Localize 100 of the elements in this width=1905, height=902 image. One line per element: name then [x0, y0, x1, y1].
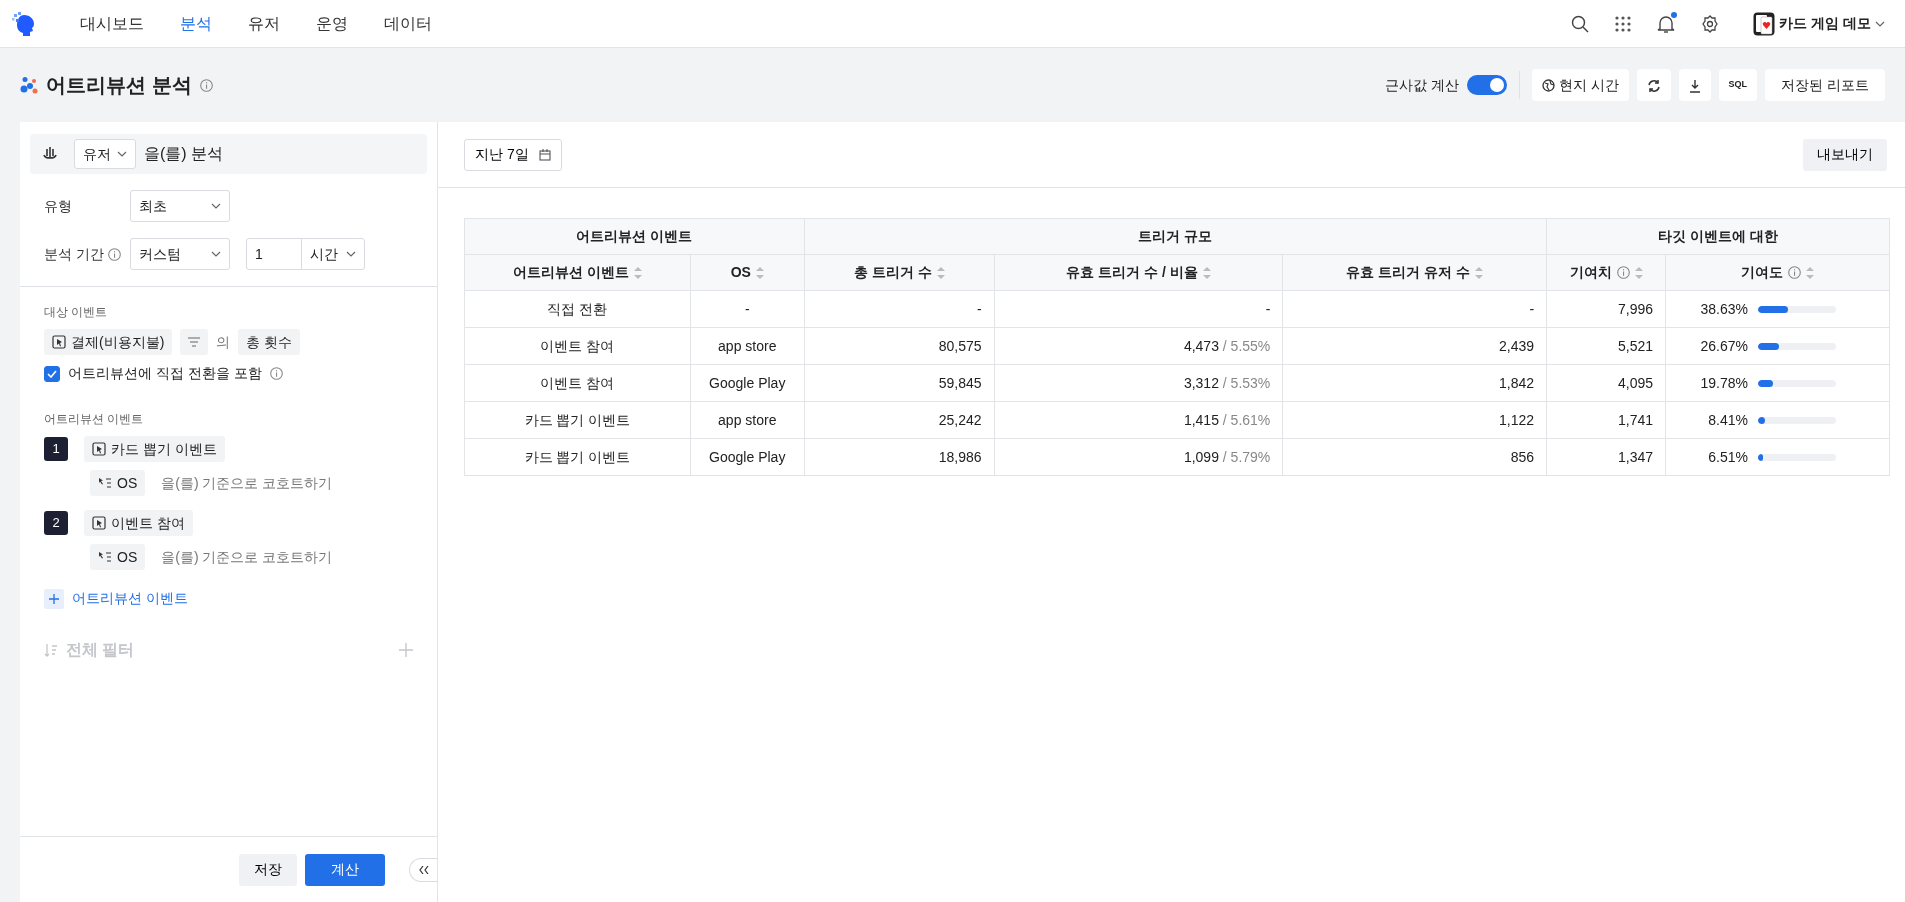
field-label: 유형: [44, 196, 72, 216]
table-cell-text: 8.41%: [1707, 410, 1748, 430]
table-cell: -: [690, 290, 805, 328]
page-title: 어트리뷰션 분석: [46, 73, 192, 98]
group-by-icon: [98, 551, 112, 563]
playing-cards-icon: [1753, 11, 1776, 36]
table-cell: -: [804, 290, 995, 328]
period-number-input[interactable]: 1: [246, 238, 302, 270]
nav-tab[interactable]: 대시보드: [62, 11, 162, 36]
refresh-icon: [1646, 78, 1661, 93]
local-time-button[interactable]: 현지 시간: [1531, 69, 1629, 101]
export-button[interactable]: 내보내기: [1803, 138, 1887, 171]
cohort-text: 을(를) 기준으로 코호트하기: [161, 473, 333, 493]
saved-reports-button[interactable]: 저장된 리포트: [1765, 69, 1885, 101]
table-cell: Google Play: [690, 364, 805, 402]
table-cell: 59,845: [804, 364, 995, 402]
column-group-header: 타깃 이벤트에 대한: [1546, 218, 1890, 255]
sql-button[interactable]: SQL: [1718, 69, 1758, 101]
refresh-button[interactable]: [1636, 69, 1671, 101]
column-header[interactable]: 유효 트리거 유저 수: [1282, 254, 1547, 291]
event-chip[interactable]: 이벤트 참여: [84, 510, 193, 536]
nav-tab[interactable]: 분석: [162, 11, 230, 36]
plus-icon: [49, 593, 59, 604]
chevron-down-icon: [211, 251, 221, 257]
column-header[interactable]: 유효 트리거 수 / 비율: [994, 254, 1283, 291]
step-number: 1: [44, 437, 68, 461]
double-chevron-left-icon: [418, 865, 429, 874]
calculate-button[interactable]: 계산: [305, 853, 385, 886]
metric-chip[interactable]: 총 횟수: [238, 329, 301, 355]
cursor-box-icon: [92, 516, 106, 530]
collapse-button[interactable]: [409, 857, 437, 882]
column-header[interactable]: 총 트리거 수: [804, 254, 995, 291]
table-cell: -: [1282, 290, 1547, 328]
table-cell: 이벤트 참여: [464, 327, 691, 365]
column-group-header: 어트리뷰션 이벤트: [464, 218, 805, 255]
table-cell: 1,842: [1282, 364, 1547, 402]
download-button[interactable]: [1678, 69, 1711, 101]
project-name[interactable]: 카드 게임 데모: [1779, 13, 1871, 34]
table-cell: 카드 뽑기 이벤트: [464, 401, 691, 439]
column-header[interactable]: 어트리뷰션 이벤트: [464, 254, 691, 291]
table-cell: 직접 전환: [464, 290, 691, 328]
search-icon[interactable]: [1571, 14, 1590, 33]
period-unit-select[interactable]: 시간: [301, 238, 365, 270]
approx-toggle[interactable]: [1466, 75, 1507, 95]
sort-filter-icon: [44, 642, 58, 657]
nav-tab[interactable]: 데이터: [366, 11, 450, 36]
info-icon: [269, 367, 283, 380]
column-header[interactable]: 기여도: [1665, 254, 1890, 291]
table-cell: -: [994, 290, 1283, 328]
info-icon: [199, 78, 213, 92]
cohort-text: 을(를) 기준으로 코호트하기: [161, 547, 333, 567]
settings-icon[interactable]: [1701, 14, 1720, 33]
chevron-down-icon: [117, 151, 127, 157]
checkbox-label: 어트리뷰션에 직접 전환을 포함: [68, 364, 262, 383]
filter-label: 전체 필터: [66, 639, 135, 660]
table-cell: 5,521: [1546, 327, 1666, 365]
info-icon: [107, 247, 121, 261]
table-cell: 1,741: [1546, 401, 1666, 439]
step-number: 2: [44, 511, 68, 535]
column-header[interactable]: 기여치: [1546, 254, 1666, 291]
period-select[interactable]: 커스텀: [130, 238, 230, 270]
table-cell: 이벤트 참여: [464, 364, 691, 402]
subject-suffix: 을(를) 분석: [144, 144, 224, 164]
cursor-box-icon: [92, 442, 106, 456]
chevron-down-icon: [346, 251, 356, 257]
chevron-down-icon: [211, 203, 221, 209]
table-cell-text: 6.51%: [1707, 447, 1748, 467]
table-cell: 4,473 / 5.55%: [994, 327, 1283, 365]
table-cell: 3,312 / 5.53%: [994, 364, 1283, 402]
table-cell: 856: [1282, 438, 1547, 476]
date-range-button[interactable]: 지난 7일: [464, 138, 562, 171]
group-by-chip[interactable]: OS: [90, 544, 146, 570]
nav-tab[interactable]: 유저: [230, 11, 298, 36]
include-direct-checkbox[interactable]: [44, 365, 60, 382]
type-select[interactable]: 최초: [130, 190, 230, 222]
target-event-chip[interactable]: 결제(비용지불): [44, 329, 173, 355]
event-chip[interactable]: 카드 뽑기 이벤트: [84, 436, 225, 462]
table-cell: 4,095: [1546, 364, 1666, 402]
save-button[interactable]: 저장: [239, 853, 297, 886]
table-cell: 1,415 / 5.61%: [994, 401, 1283, 439]
table-cell: 카드 뽑기 이벤트: [464, 438, 691, 476]
section-label: 대상 이벤트: [44, 304, 109, 321]
connector-text: 의: [216, 332, 231, 352]
table-cell: 25,242: [804, 401, 995, 439]
subject-select[interactable]: 유저: [74, 139, 136, 169]
table-cell: 2,439: [1282, 327, 1547, 365]
apps-grid-icon[interactable]: [1615, 15, 1632, 32]
nav-tab[interactable]: 운영: [298, 11, 366, 36]
table-cell: 1,099 / 5.79%: [994, 438, 1283, 476]
column-header[interactable]: OS: [690, 254, 805, 291]
group-by-chip[interactable]: OS: [90, 470, 146, 496]
bell-icon[interactable]: [1657, 14, 1676, 35]
table-cell: app store: [690, 401, 805, 439]
add-event-link[interactable]: 어트리뷰션 이벤트: [44, 588, 188, 609]
column-group-header: 트리거 규모: [804, 218, 1547, 255]
table-cell: app store: [690, 327, 805, 365]
table-cell: 80,575: [804, 327, 995, 365]
globe-icon: [1541, 78, 1555, 92]
filter-icon: [188, 337, 201, 347]
approx-label: 근사값 계산: [1384, 75, 1459, 95]
